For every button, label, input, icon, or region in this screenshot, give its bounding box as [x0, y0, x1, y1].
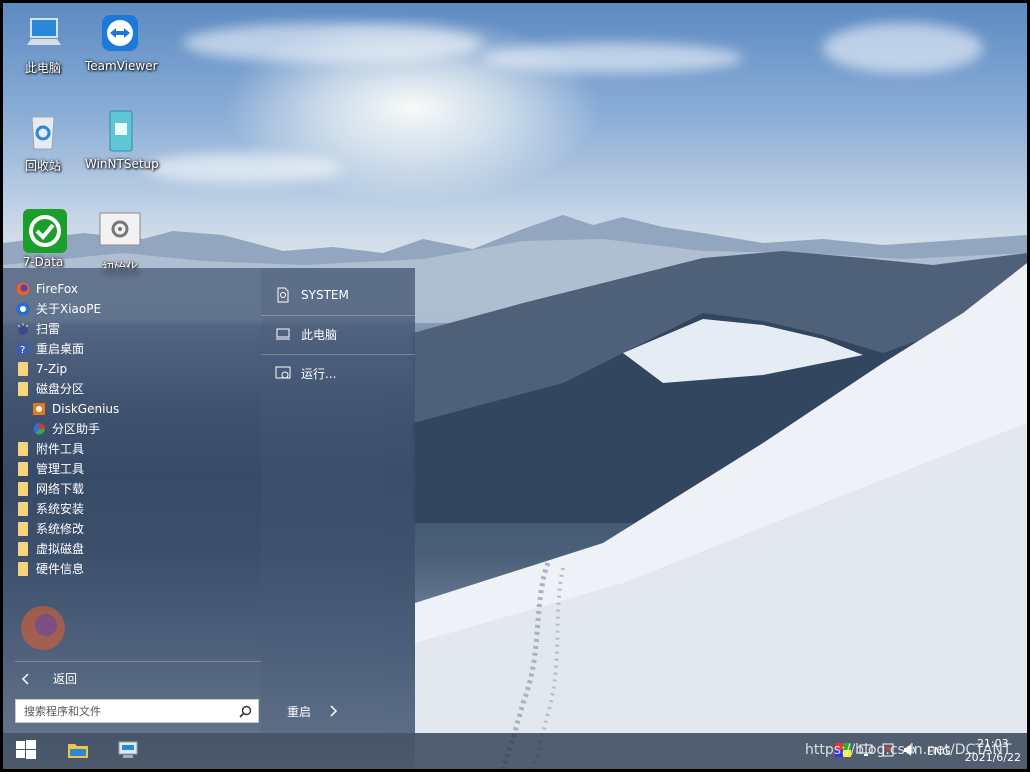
desktop: 此电脑 TeamViewer 回收站 WinNTSetup 7-Data 初始化 [3, 3, 1027, 769]
start-item-label: DiskGenius [52, 402, 120, 416]
start-item-label: 磁盘分区 [36, 382, 85, 396]
start-menu-app-list: FireFox 关于XiaoPE 扫雷 ? 重启桌面 7-Zip 磁盘分区 Di… [3, 268, 261, 733]
run-icon [275, 365, 291, 381]
desktop-icon-init[interactable]: 初始化 [85, 211, 155, 276]
divider [15, 661, 261, 662]
7-data-icon [21, 207, 67, 253]
help-icon: ? [16, 342, 30, 356]
about-icon [16, 302, 30, 316]
start-item-label: 硬件信息 [36, 562, 85, 576]
start-folder-accessories[interactable]: 附件工具 [16, 440, 84, 458]
back-label: 返回 [53, 672, 78, 686]
start-item-partition-assistant[interactable]: 分区助手 [32, 420, 100, 438]
taskbar-pe-tool[interactable] [105, 733, 151, 769]
start-menu-places: SYSTEM 此电脑 运行... 重启 [261, 268, 415, 733]
search-input[interactable] [16, 700, 242, 722]
firefox-icon [16, 282, 30, 296]
folder-icon [16, 462, 30, 476]
taskbar-file-explorer[interactable] [55, 733, 101, 769]
folder-icon [16, 522, 30, 536]
start-item-label: 系统修改 [36, 522, 85, 536]
start-folder-hardware-info[interactable]: 硬件信息 [16, 560, 84, 578]
restart-label: 重启 [287, 705, 312, 719]
start-item-minesweeper[interactable]: 扫雷 [16, 320, 60, 338]
folder-icon [16, 362, 30, 376]
settings-gear-icon [98, 211, 142, 255]
back-button[interactable]: 返回 [19, 670, 77, 688]
start-folder-network-download[interactable]: 网络下载 [16, 480, 84, 498]
desktop-icon-computer[interactable]: 此电脑 [8, 11, 78, 76]
desktop-icon-label: 此电脑 [24, 61, 61, 75]
start-folder-system-install[interactable]: 系统安装 [16, 500, 84, 518]
desktop-icon-label: WinNTSetup [85, 157, 159, 171]
user-system-item[interactable]: SYSTEM [275, 285, 349, 305]
watermark-text: https://blog.csdn.net/DCTANT [805, 742, 1012, 758]
computer-icon [21, 11, 65, 55]
folder-icon [16, 442, 30, 456]
teamviewer-icon [98, 11, 142, 55]
restart-button[interactable]: 重启 [287, 703, 311, 720]
start-folder-disk-partition[interactable]: 磁盘分区 [16, 380, 84, 398]
start-item-label: 系统安装 [36, 502, 85, 516]
start-item-label: FireFox [36, 282, 78, 296]
folder-icon [16, 542, 30, 556]
divider [261, 315, 415, 316]
computer-icon [275, 326, 291, 342]
search-icon[interactable] [239, 705, 252, 721]
firefox-watermark-icon [21, 606, 65, 650]
this-pc-item[interactable]: 此电脑 [275, 324, 337, 344]
monitor-tool-icon [117, 740, 139, 763]
start-folder-7-zip[interactable]: 7-Zip [16, 360, 67, 378]
start-item-label: 扫雷 [36, 322, 61, 336]
start-button[interactable] [3, 733, 49, 769]
start-item-label: 管理工具 [36, 462, 85, 476]
diskgenius-icon [32, 402, 46, 416]
start-item-label: 关于XiaoPE [36, 302, 102, 316]
start-item-about-xiaope[interactable]: 关于XiaoPE [16, 300, 101, 318]
chevron-left-icon [19, 672, 33, 686]
folder-icon [16, 382, 30, 396]
desktop-icon-winntsetup[interactable]: WinNTSetup [85, 109, 159, 171]
desktop-icon-recycle-bin[interactable]: 回收站 [8, 109, 78, 174]
user-icon [275, 287, 291, 303]
start-menu: FireFox 关于XiaoPE 扫雷 ? 重启桌面 7-Zip 磁盘分区 Di… [3, 268, 415, 733]
start-item-label: 分区助手 [52, 422, 101, 436]
folder-icon [16, 482, 30, 496]
chevron-right-icon[interactable] [327, 704, 339, 721]
start-item-restart-desktop[interactable]: ? 重启桌面 [16, 340, 84, 358]
start-folder-admin-tools[interactable]: 管理工具 [16, 460, 84, 478]
divider [261, 354, 415, 355]
file-explorer-icon [67, 740, 89, 763]
start-item-label: 网络下载 [36, 482, 85, 496]
desktop-icon-teamviewer[interactable]: TeamViewer [85, 11, 158, 73]
start-folder-system-modify[interactable]: 系统修改 [16, 520, 84, 538]
minesweeper-icon [16, 322, 30, 336]
run-label: 运行... [301, 366, 337, 381]
user-label: SYSTEM [301, 288, 349, 302]
start-item-label: 重启桌面 [36, 342, 85, 356]
desktop-icon-7-data[interactable]: 7-Data [8, 207, 78, 269]
start-folder-virtual-disk[interactable]: 虚拟磁盘 [16, 540, 84, 558]
folder-icon [16, 502, 30, 516]
run-item[interactable]: 运行... [275, 363, 336, 383]
start-item-label: 7-Zip [36, 362, 68, 376]
desktop-icon-label: 回收站 [24, 159, 61, 173]
search-box[interactable] [15, 699, 259, 723]
svg-text:?: ? [20, 345, 25, 356]
start-item-diskgenius[interactable]: DiskGenius [32, 400, 119, 418]
partition-assistant-icon [32, 422, 46, 436]
this-pc-label: 此电脑 [301, 327, 338, 342]
start-item-label: 附件工具 [36, 442, 85, 456]
desktop-icon-label: TeamViewer [85, 59, 158, 73]
folder-icon [16, 562, 30, 576]
start-item-firefox[interactable]: FireFox [16, 280, 78, 298]
start-item-label: 虚拟磁盘 [36, 542, 85, 556]
windows-logo-icon [16, 739, 36, 763]
recycle-bin-icon [21, 109, 65, 153]
winntsetup-icon [98, 109, 142, 153]
desktop-icon-label: 7-Data [22, 255, 64, 269]
